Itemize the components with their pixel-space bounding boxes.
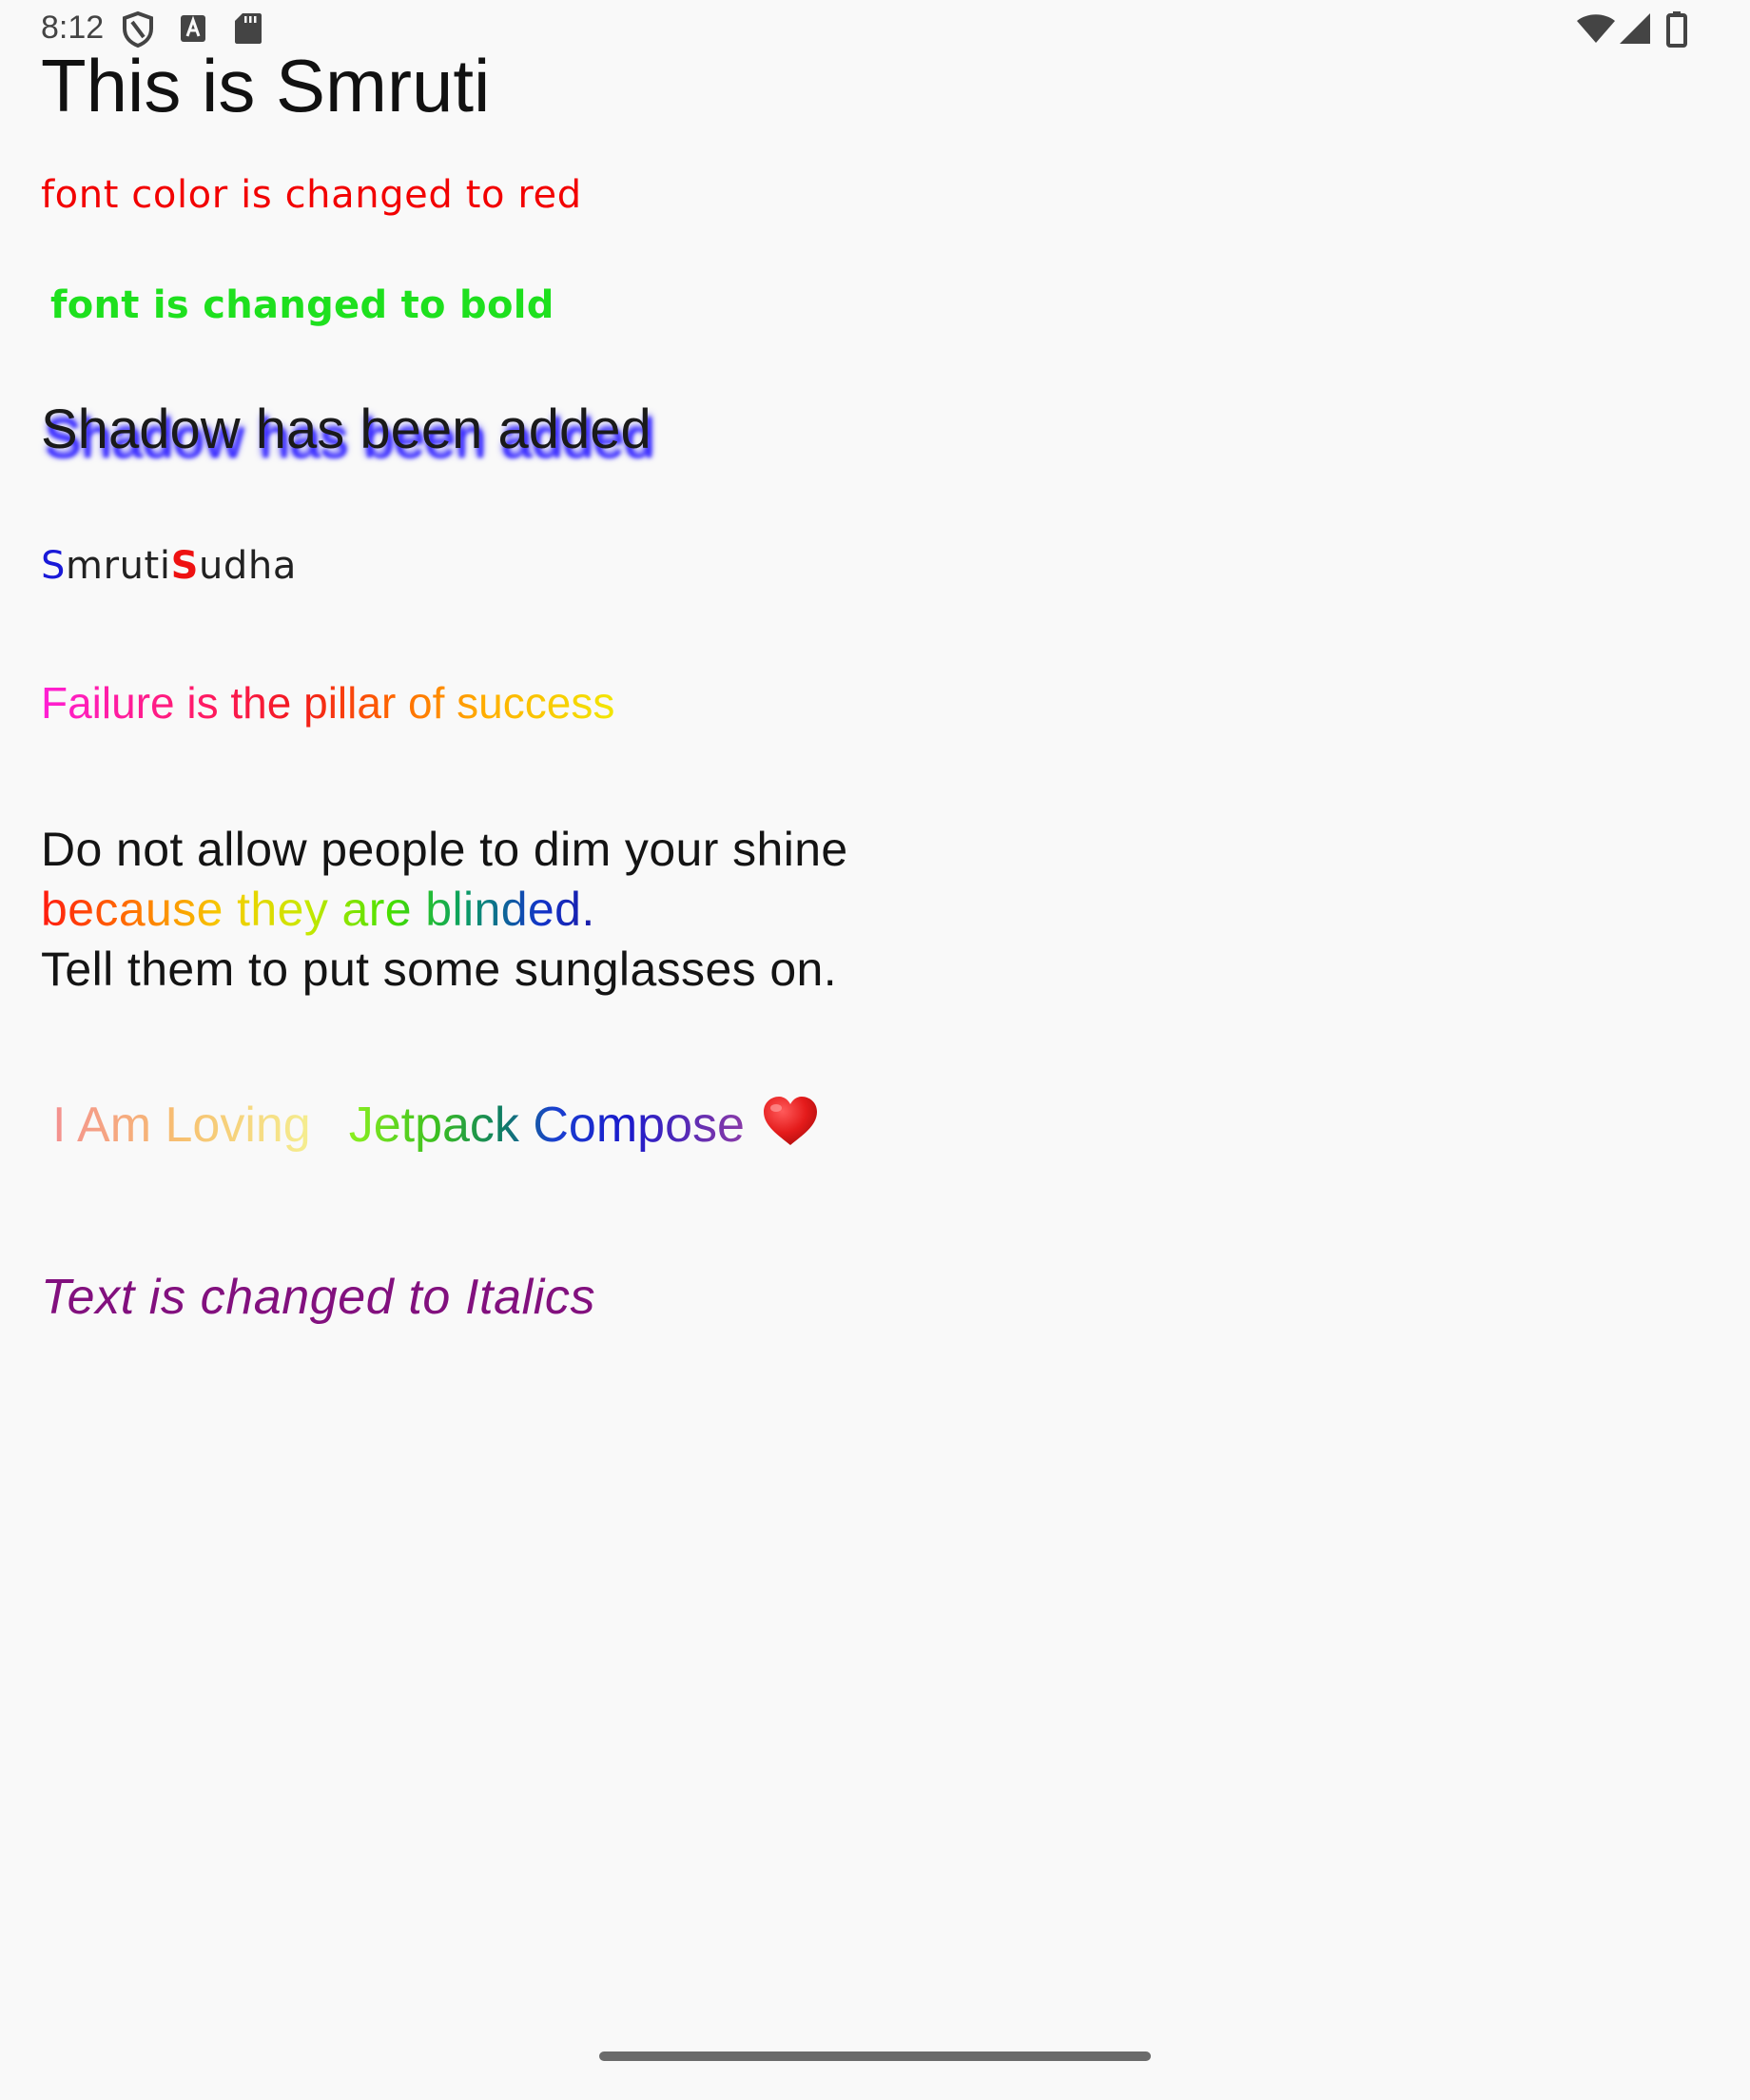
name-rest-1: mruti [66, 544, 171, 588]
quote-line-2: because they are blinded. [41, 883, 595, 936]
heart-emoji-icon [763, 1097, 817, 1145]
quote-block: Do not allow people to dim your shine be… [41, 820, 848, 1000]
loving-part-1: I Am Loving [52, 1098, 311, 1153]
loving-part-2: Jetpack Compose [348, 1098, 745, 1153]
text-a-icon [181, 15, 205, 42]
gesture-nav-handle[interactable] [599, 2051, 1151, 2061]
loving-text: I Am Loving Jetpack Compose [52, 1096, 819, 1154]
name-text: SmrutiSudha [41, 544, 297, 588]
page-title: This is Smruti [41, 44, 491, 127]
name-rest-2: udha [198, 544, 297, 588]
status-time: 8:12 [41, 10, 105, 46]
wifi-icon [1577, 14, 1615, 43]
red-text: font color is changed to red [41, 173, 582, 217]
name-initial-1: S [41, 544, 66, 588]
sd-card-icon [235, 13, 262, 44]
italic-text: Text is changed to Italics [41, 1270, 596, 1325]
shadow-text: Shadow has been added [41, 399, 651, 460]
name-initial-2: S [170, 544, 199, 588]
bold-text: font is changed to bold [50, 283, 554, 327]
battery-icon [1666, 11, 1687, 48]
quote-line-3: Tell them to put some sunglasses on. [41, 943, 838, 996]
cell-signal-icon [1620, 13, 1650, 44]
gradient-failure-text: Failure is the pillar of success [41, 678, 615, 728]
quote-line-1: Do not allow people to dim your shine [41, 823, 848, 876]
